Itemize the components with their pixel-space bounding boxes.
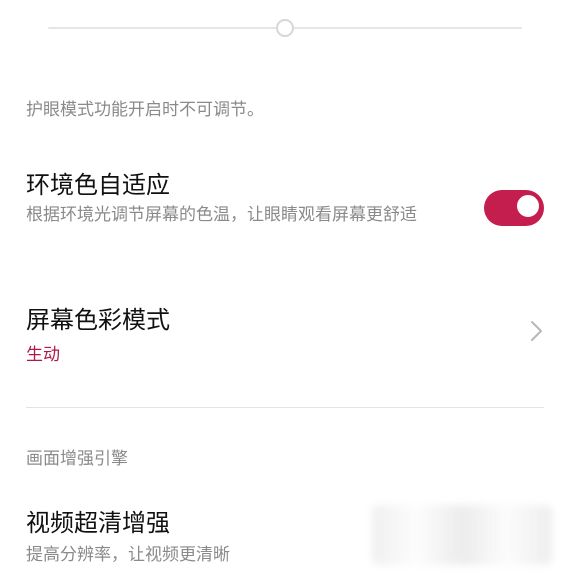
redacted-control: [372, 505, 552, 565]
toggle-knob: [517, 195, 539, 217]
picture-engine-header: 画面增强引擎: [26, 449, 128, 469]
adaptive-color-title: 环境色自适应: [26, 171, 170, 199]
screen-color-mode-title: 屏幕色彩模式: [26, 306, 170, 334]
super-clear-subtitle: 提高分辨率，让视频更清晰: [26, 545, 230, 565]
chevron-right-icon: [531, 321, 542, 341]
screen-color-mode-value: 生动: [26, 345, 60, 365]
eye-care-note: 护眼模式功能开启时不可调节。: [26, 100, 264, 120]
adaptive-color-toggle[interactable]: [484, 190, 544, 226]
section-divider: [26, 407, 544, 408]
adaptive-color-subtitle: 根据环境光调节屏幕的色温，让眼睛观看屏幕更舒适: [26, 205, 417, 225]
super-clear-title: 视频超清增强: [26, 509, 170, 537]
brightness-slider-thumb[interactable]: [276, 19, 294, 37]
display-settings-screen: 护眼模式功能开启时不可调节。 环境色自适应 根据环境光调节屏幕的色温，让眼睛观看…: [0, 0, 580, 585]
